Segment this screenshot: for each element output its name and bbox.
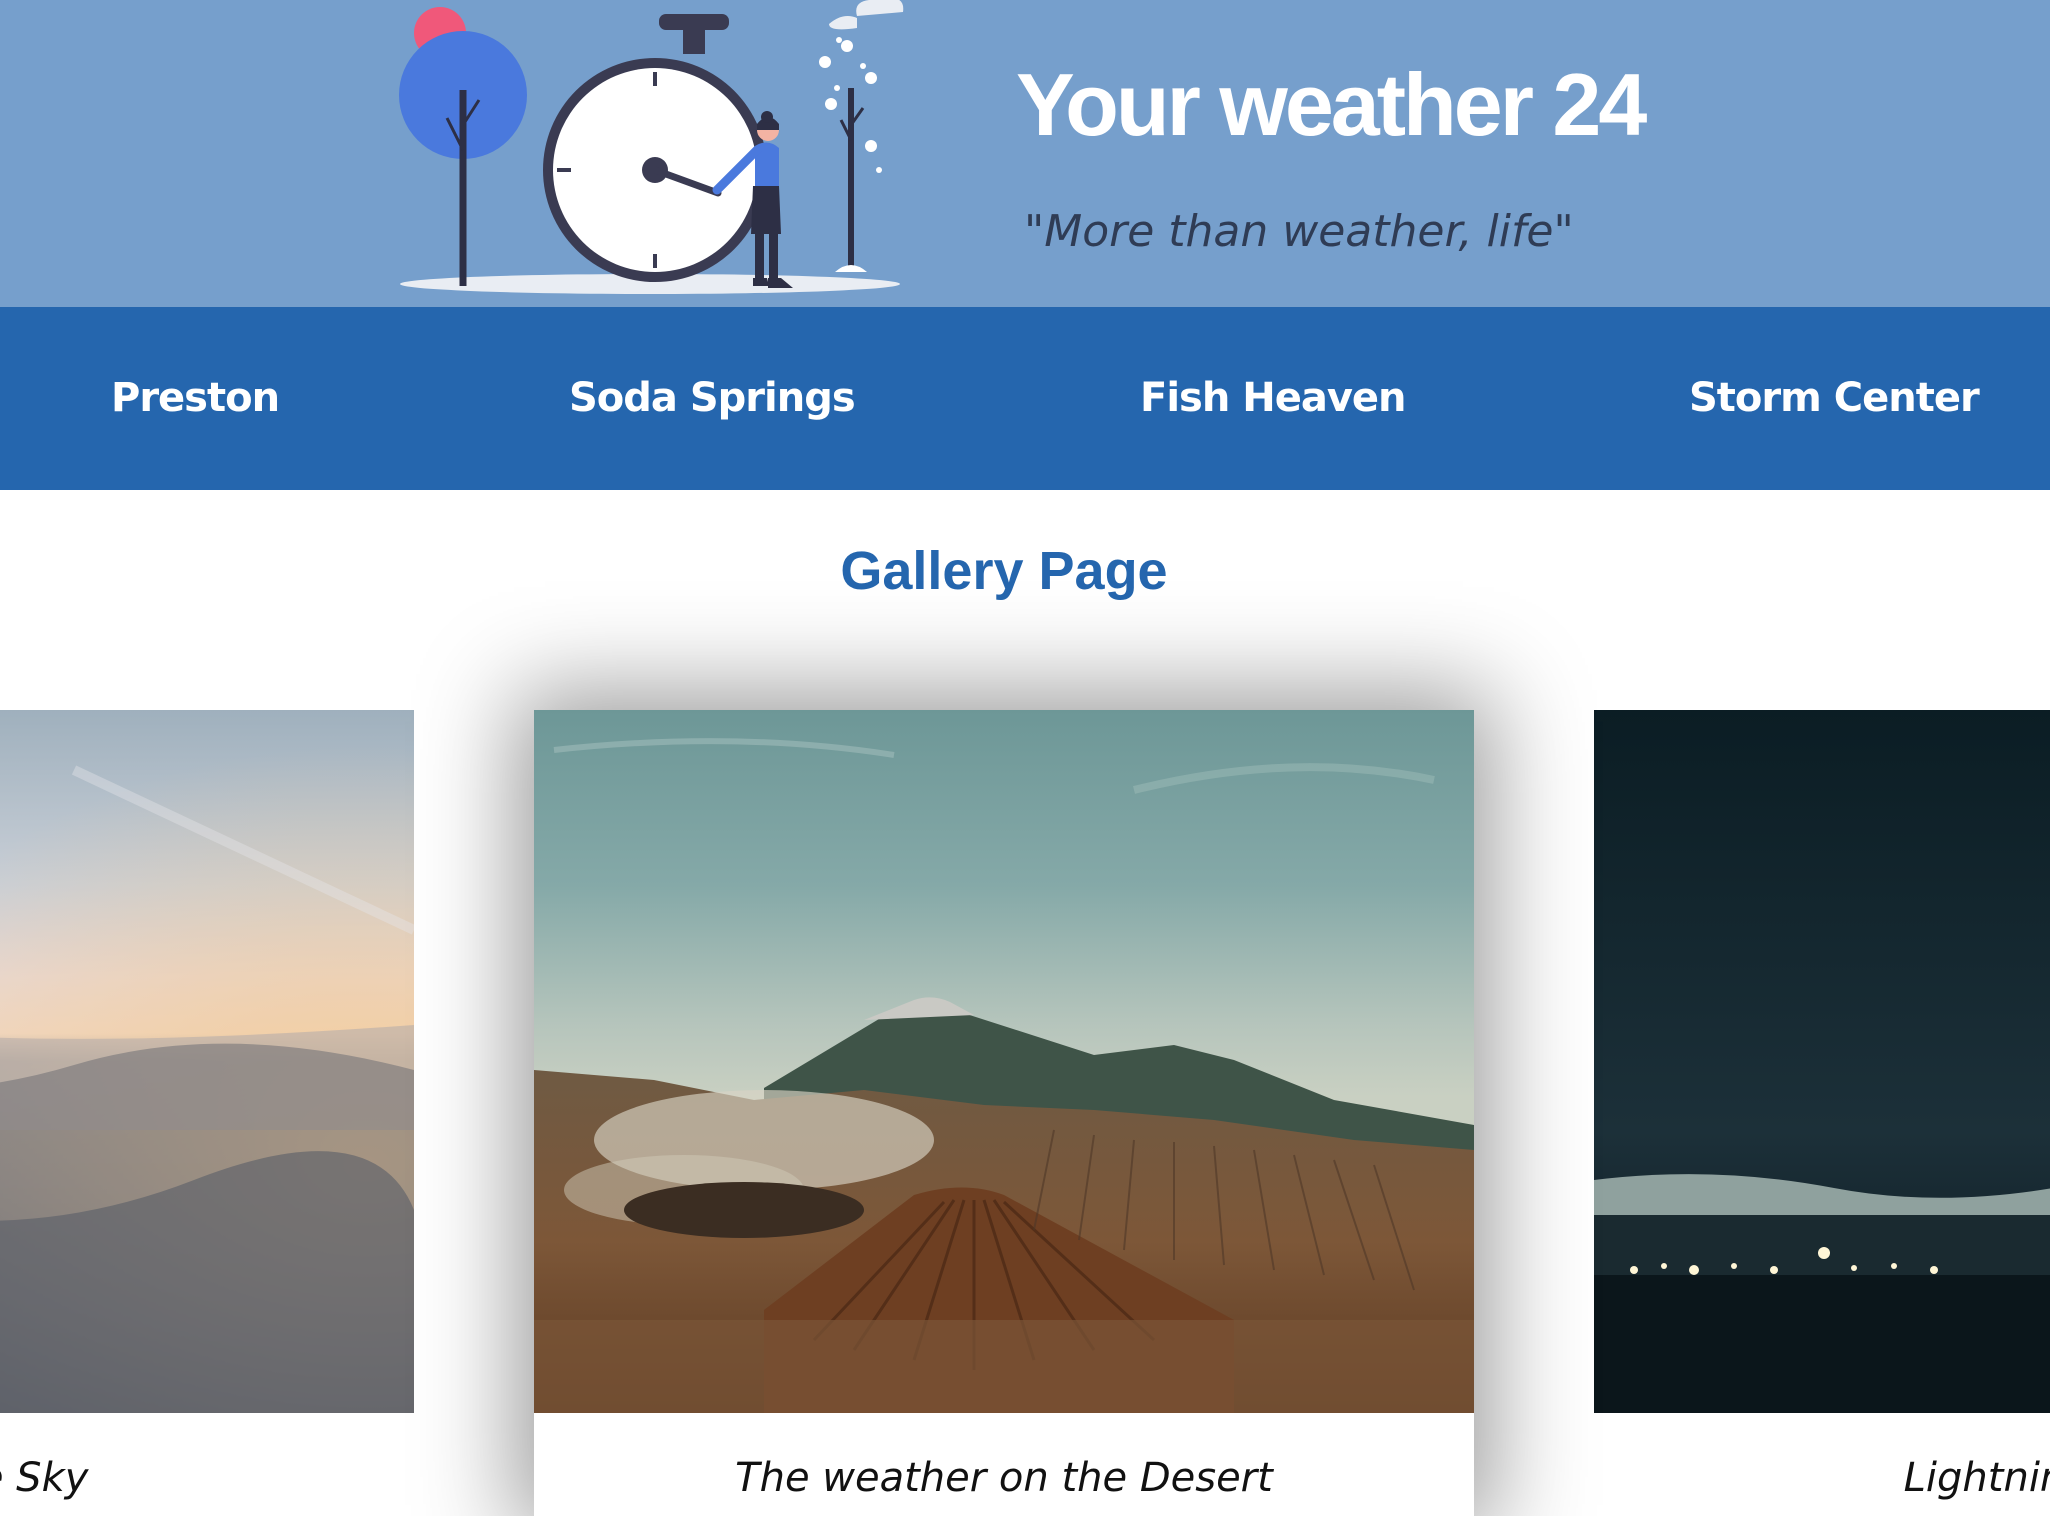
gallery-card[interactable]: Lightning Storm bbox=[1594, 710, 2050, 1516]
clouds-sunrise-photo bbox=[0, 710, 414, 1413]
site-title: Your weather 24 bbox=[1016, 55, 1647, 154]
site-tagline: "More than weather, life" bbox=[1024, 206, 1574, 257]
site-header: Your weather 24 "More than weather, life… bbox=[0, 0, 2050, 307]
page: Your weather 24 "More than weather, life… bbox=[0, 0, 2050, 1516]
clock-illustration bbox=[399, 0, 904, 294]
main-nav: Preston Soda Springs Fish Heaven Storm C… bbox=[0, 307, 2050, 490]
card-caption: Lightning Storm bbox=[1903, 1455, 2050, 1501]
card-caption: Above the Sky bbox=[0, 1455, 89, 1501]
volcano-desert-photo bbox=[534, 710, 1474, 1413]
nav-link-storm-center[interactable]: Storm Center bbox=[1689, 307, 1980, 490]
gallery-title: Gallery Page bbox=[840, 541, 1168, 601]
gallery-card[interactable]: The weather on the Desert bbox=[534, 710, 1474, 1516]
nav-link-fish-heaven[interactable]: Fish Heaven bbox=[1140, 307, 1407, 490]
gallery-card[interactable]: Above the Sky bbox=[0, 710, 414, 1516]
card-caption: The weather on the Desert bbox=[735, 1455, 1273, 1501]
night-city-lights-photo bbox=[1594, 710, 2050, 1413]
nav-link-soda-springs[interactable]: Soda Springs bbox=[569, 307, 856, 490]
nav-link-preston[interactable]: Preston bbox=[111, 307, 280, 490]
